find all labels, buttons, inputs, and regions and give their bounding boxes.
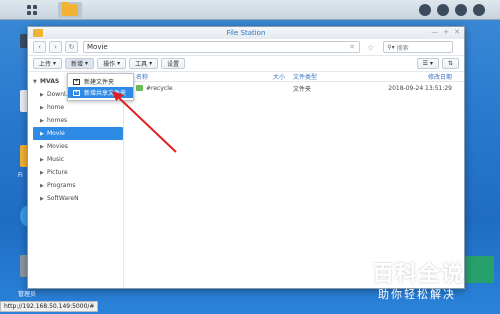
annotation-arrow (112, 91, 177, 153)
annotation-arrow-line (116, 95, 177, 153)
annotation-arrow-head (112, 91, 124, 101)
